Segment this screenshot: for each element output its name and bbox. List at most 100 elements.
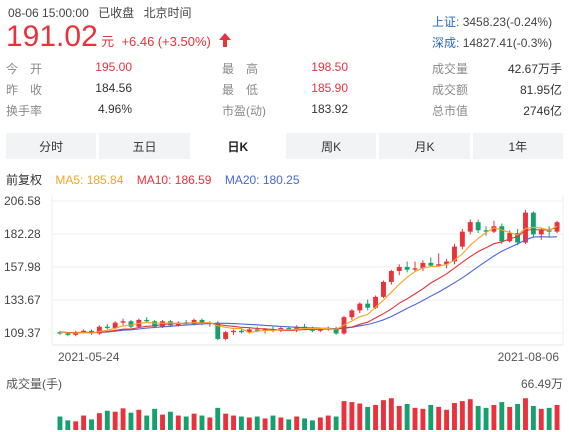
candle-body	[428, 262, 434, 266]
candle-body	[144, 319, 150, 322]
volume-bar	[373, 404, 379, 430]
y-tick-label: 133.67	[4, 293, 41, 307]
volume-bar	[254, 416, 260, 430]
tab-one-year[interactable]: 1年	[472, 133, 563, 159]
volume-bar	[104, 410, 110, 430]
volume-bar	[467, 399, 473, 430]
volume-bar	[112, 411, 118, 430]
y-tick-label: 109.37	[4, 326, 41, 340]
volume-bar	[459, 401, 465, 430]
candle-body	[475, 222, 481, 231]
volume-bar	[167, 411, 173, 430]
stat-value-low: 185.90	[311, 81, 348, 95]
candle-body	[349, 310, 355, 318]
tab-weekly-k[interactable]: 周K	[285, 133, 377, 159]
tab-intraday[interactable]: 分时	[6, 133, 97, 159]
candle-body	[396, 266, 402, 272]
volume-bar	[215, 407, 221, 430]
x-tick-label: 2021-05-24	[58, 350, 120, 364]
ma10-line	[59, 226, 558, 334]
period-tabs: 分时 五日 日K 周K 月K 1年	[6, 133, 563, 159]
volume-bar	[341, 401, 347, 430]
index-value: 14827.41(-0.3%)	[462, 36, 553, 50]
stat-value-prev-close: 184.56	[95, 81, 132, 95]
tab-five-day[interactable]: 五日	[99, 133, 190, 159]
candle-body	[381, 281, 386, 297]
volume-bar	[152, 408, 158, 430]
index-shanghai[interactable]: 上证: 3458.23(-0.24%)	[432, 13, 552, 30]
volume-bar	[428, 404, 434, 430]
volume-bar	[357, 403, 363, 430]
volume-bar	[286, 419, 292, 430]
stat-value-pe: 183.92	[311, 102, 348, 116]
candle-body	[404, 266, 410, 270]
datetime: 08-06 15:00:00	[8, 6, 89, 20]
volume-bar	[499, 402, 505, 430]
candle-body	[65, 333, 71, 335]
stat-label-volume: 成交量	[432, 62, 469, 76]
stat-label-market-cap: 总市值	[432, 104, 469, 118]
candle-body	[499, 226, 505, 242]
price-change-pct: (+3.50%)	[157, 34, 211, 49]
candlestick-chart[interactable]: 206.58 182.28 157.98 133.67 109.37 2021-05-2…	[0, 185, 569, 375]
y-tick-label: 206.58	[4, 194, 41, 208]
index-shenzhen[interactable]: 深成: 14827.41(-0.3%)	[432, 34, 552, 51]
volume-bar	[89, 419, 94, 430]
volume-bar	[81, 415, 87, 430]
stat-value-turnover: 4.96%	[97, 102, 132, 116]
volume-bar	[420, 408, 426, 430]
stat-label-pe: 市盈(动)	[222, 104, 266, 118]
volume-bar	[530, 405, 536, 430]
volume-bar	[523, 398, 528, 430]
candle-body	[238, 330, 244, 333]
stat-value-market-cap: 2746亿	[523, 104, 562, 118]
candle-body	[467, 222, 473, 232]
x-tick-label: 2021-08-06	[498, 350, 560, 364]
volume-bar	[365, 406, 371, 430]
volume-bar	[507, 406, 513, 430]
volume-bar	[436, 406, 442, 430]
volume-bar	[317, 417, 323, 430]
datetime-status-bar: 08-06 15:00:00 已收盘 北京时间	[8, 4, 191, 21]
volume-bar	[136, 409, 142, 430]
index-value: 3458.23(-0.24%)	[462, 15, 553, 29]
volume-bar	[160, 414, 165, 430]
stat-label-low: 最 低	[222, 83, 259, 97]
volume-bar	[199, 415, 205, 430]
tab-daily-k[interactable]: 日K	[192, 133, 283, 159]
currency-unit: 元	[101, 34, 115, 49]
volume-bar	[223, 413, 229, 430]
volume-bar	[554, 404, 560, 430]
candle-body	[128, 321, 134, 327]
volume-bar	[325, 415, 331, 430]
price-change: +6.46	[121, 34, 155, 49]
y-tick-label: 182.28	[4, 227, 41, 241]
volume-bar	[302, 418, 308, 430]
candle-body	[231, 330, 236, 333]
volume-bar	[452, 403, 457, 430]
volume-bar	[262, 418, 268, 430]
candle-body	[459, 231, 465, 247]
volume-bar	[388, 398, 394, 430]
volume-bar	[491, 404, 497, 430]
volume-bar	[309, 420, 315, 430]
candle-body	[388, 271, 394, 282]
candle-body	[357, 303, 363, 311]
volume-bar	[120, 408, 126, 430]
ma5-line	[59, 225, 558, 334]
volume-bar	[278, 417, 284, 430]
candle-body	[530, 212, 536, 235]
volume-bar	[333, 416, 339, 430]
volume-bar	[73, 421, 79, 430]
volume-bar	[96, 413, 102, 430]
stat-label-open: 今 开	[6, 62, 43, 76]
volume-bar	[475, 405, 481, 430]
stat-label-high: 最 高	[222, 62, 259, 76]
timezone-label: 北京时间	[143, 6, 192, 20]
candle-body	[538, 230, 544, 235]
volume-bar	[57, 416, 63, 430]
volume-bar	[183, 416, 189, 430]
current-price: 191.02	[6, 20, 98, 53]
tab-monthly-k[interactable]: 月K	[379, 133, 470, 159]
stat-label-prev-close: 昨 收	[6, 83, 43, 97]
